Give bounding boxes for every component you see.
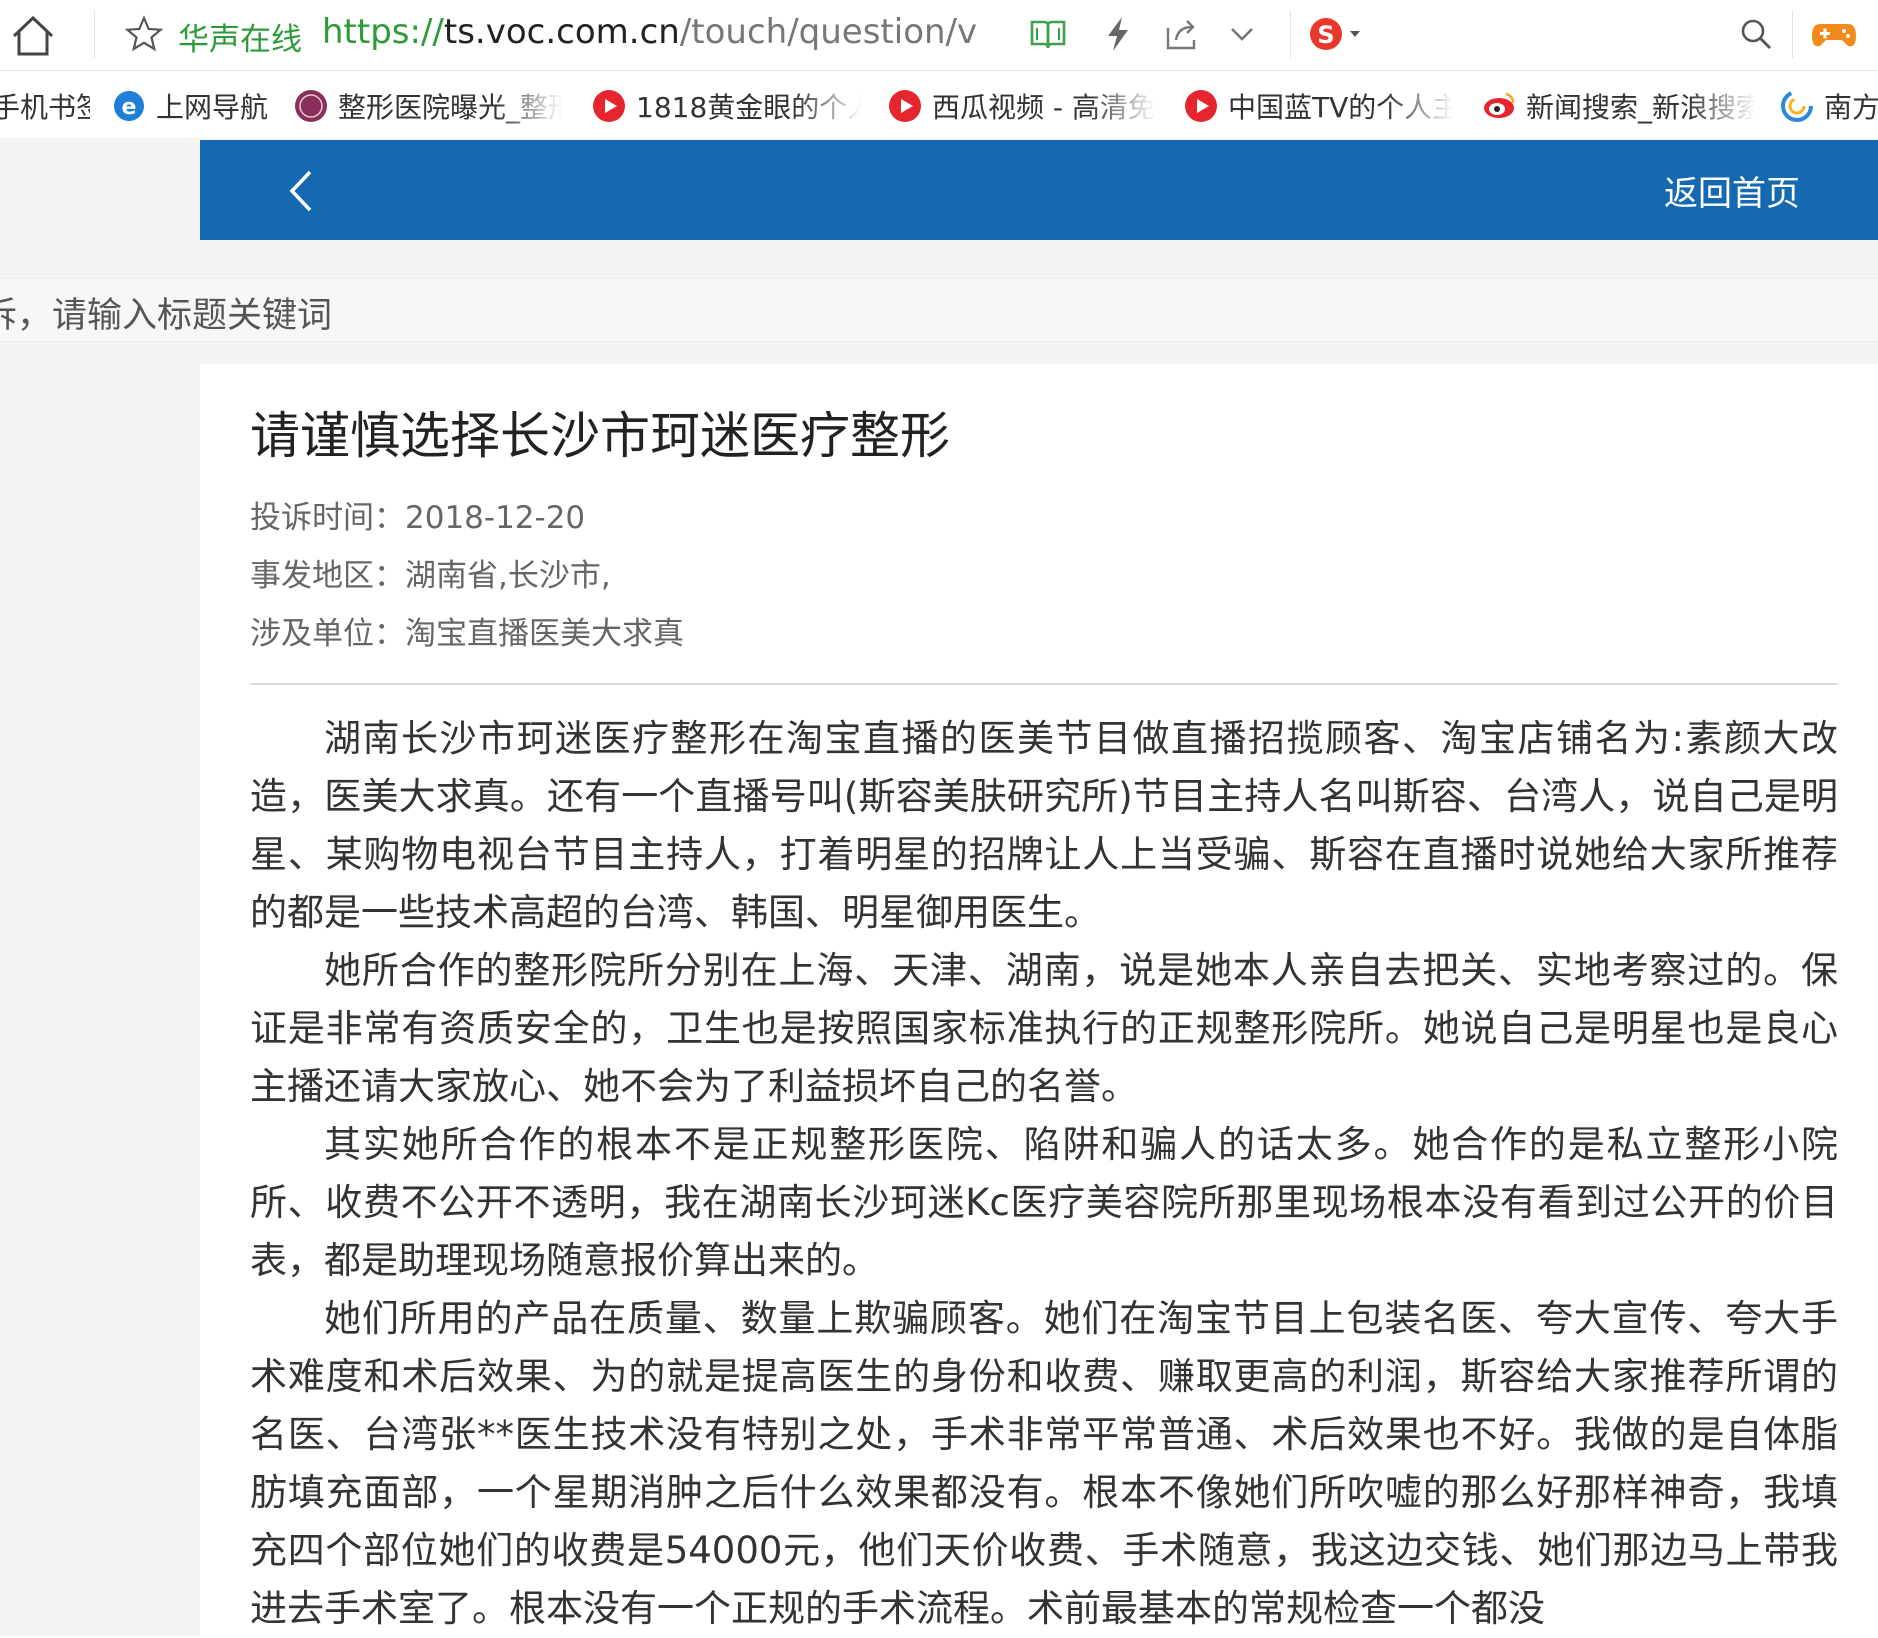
- incident-region: 事发地区：湖南省,长沙市,: [250, 550, 611, 595]
- return-home-link[interactable]: 返回首页: [1664, 166, 1800, 215]
- browser-address-bar: 华声在线 https://ts.voc.com.cn/touch/questio…: [0, 0, 1878, 71]
- url-field[interactable]: https://ts.voc.com.cn/touch/question/vie…: [322, 12, 980, 52]
- hospital-logo-icon: [295, 90, 327, 122]
- involved-unit-value: 淘宝直播医美大求真: [405, 616, 684, 652]
- complaint-time-value: 2018-12-20: [405, 500, 586, 536]
- red-play-icon: [1185, 90, 1217, 122]
- toolbar-divider: [1290, 10, 1291, 58]
- bookmarks-bar: 手机书签 e 上网导航 整形医院曝光_整形 1818黄金眼的个人 西瓜视频 - …: [0, 72, 1878, 138]
- svg-text:e: e: [122, 95, 137, 120]
- bookmark-item[interactable]: 中国蓝TV的个人主: [1184, 88, 1454, 124]
- incident-region-label: 事发地区：: [250, 558, 405, 594]
- search-icon[interactable]: [1736, 14, 1776, 54]
- share-icon[interactable]: [1162, 14, 1202, 54]
- bookmark-item[interactable]: 新闻搜索_新浪搜索: [1482, 88, 1756, 124]
- red-play-icon: [593, 90, 625, 122]
- bookmark-star-icon[interactable]: [124, 14, 164, 54]
- swirl-icon: [1781, 90, 1813, 122]
- url-path: /touch/question/view/7: [679, 12, 980, 52]
- involved-unit-label: 涉及单位：: [250, 616, 405, 652]
- ie-e-icon: e: [114, 91, 144, 121]
- toolbar-divider: [94, 10, 95, 58]
- back-arrow-icon[interactable]: [282, 166, 322, 216]
- lightning-icon[interactable]: [1098, 14, 1138, 54]
- svg-text:S: S: [1317, 21, 1334, 49]
- article-paragraph: 其实她所合作的根本不是正规整形医院、陷阱和骗人的话太多。她合作的是私立整形小院所…: [250, 1123, 1838, 1282]
- bookmark-item[interactable]: 西瓜视频 - 高清免: [888, 88, 1156, 124]
- article-paragraph: 湖南长沙市珂迷医疗整形在淘宝直播的医美节目做直播招揽顾客、淘宝店铺名为:素颜大改…: [250, 717, 1838, 934]
- bookmark-label: 1818黄金眼的个人: [636, 91, 862, 124]
- red-play-icon: [889, 90, 921, 122]
- article-body: 湖南长沙市珂迷医疗整形在淘宝直播的医美节目做直播招揽顾客、淘宝店铺名为:素颜大改…: [250, 710, 1838, 1638]
- article-paragraph: 她们所用的产品在质量、数量上欺骗顾客。她们在淘宝节目上包装名医、夸大宣传、夸大手…: [250, 1297, 1838, 1630]
- site-name: 华声在线: [178, 22, 302, 58]
- involved-unit: 涉及单位：淘宝直播医美大求真: [250, 608, 684, 653]
- incident-region-value: 湖南省,长沙市,: [405, 558, 611, 594]
- home-icon[interactable]: [8, 10, 58, 60]
- weibo-eye-icon: [1484, 92, 1515, 118]
- bookmark-label: 南方: [1824, 91, 1878, 124]
- chevron-down-icon[interactable]: [1222, 14, 1262, 54]
- meta-divider: [250, 683, 1838, 685]
- toolbar-divider: [1792, 10, 1793, 58]
- article-paragraph: 她所合作的整形院所分别在上海、天津、湖南，说是她本人亲自去把关、实地考察过的。保…: [250, 949, 1838, 1108]
- bookmark-item[interactable]: 整形医院曝光_整形: [294, 88, 562, 124]
- url-protocol: https://: [322, 12, 444, 52]
- bookmark-label: 上网导航: [156, 91, 269, 124]
- bookmark-item[interactable]: e 上网导航: [112, 88, 272, 124]
- article-title: 请谨慎选择长沙市珂迷医疗整形: [250, 407, 950, 465]
- bookmark-item[interactable]: 1818黄金眼的个人: [592, 88, 862, 124]
- url-host: ts.voc.com.cn: [443, 12, 680, 52]
- complaint-article: 请谨慎选择长沙市珂迷医疗整形 投诉时间：2018-12-20 事发地区：湖南省,…: [200, 364, 1878, 1636]
- game-controller-icon[interactable]: [1810, 14, 1858, 54]
- reader-mode-icon[interactable]: [1028, 14, 1068, 54]
- complaint-time-label: 投诉时间：: [250, 500, 405, 536]
- bookmark-label: 西瓜视频 - 高清免: [932, 91, 1156, 124]
- search-bar[interactable]: 诉，请输入标题关键词: [0, 278, 1878, 342]
- sogou-logo-icon[interactable]: S: [1306, 14, 1366, 54]
- bookmark-label: 整形医院曝光_整形: [338, 91, 562, 124]
- bookmark-item[interactable]: 南方: [1780, 88, 1878, 124]
- bookmark-item[interactable]: 手机书签: [0, 88, 90, 124]
- complaint-time: 投诉时间：2018-12-20: [250, 492, 585, 537]
- bookmark-label: 中国蓝TV的个人主: [1228, 91, 1454, 124]
- bookmark-label: 新闻搜索_新浪搜索: [1526, 91, 1756, 124]
- bookmark-label: 手机书签: [0, 91, 90, 124]
- top-navigation-bar: 返回首页: [200, 140, 1878, 240]
- search-placeholder: 诉，请输入标题关键词: [0, 296, 333, 336]
